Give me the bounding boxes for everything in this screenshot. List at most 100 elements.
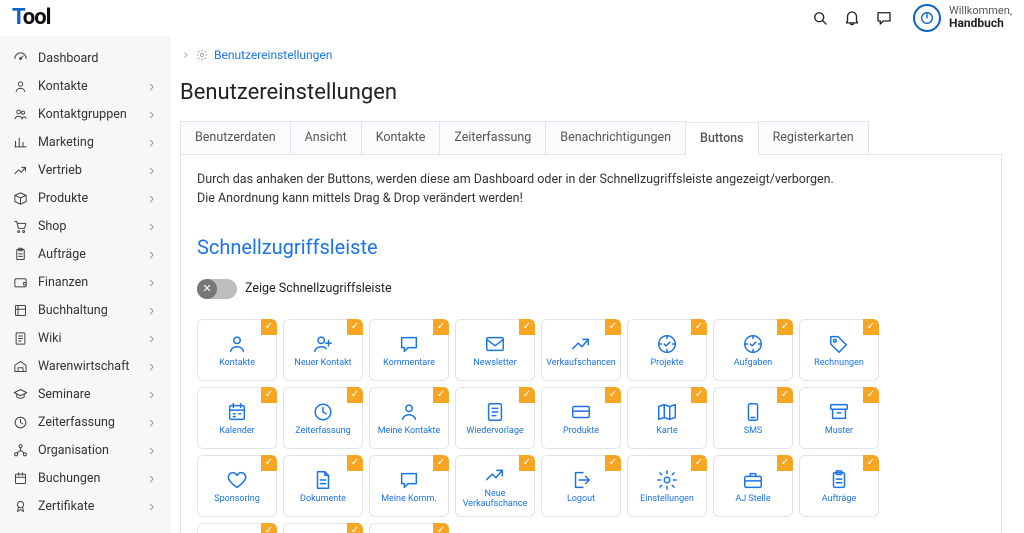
sidebar-item-label: Organisation	[38, 443, 147, 458]
sidebar-item-label: Finanzen	[38, 275, 147, 290]
tile-meine-komm-[interactable]: ✓Meine Komm.	[369, 455, 449, 517]
sidebar-item-label: Kontaktgruppen	[38, 107, 147, 122]
sidebar: DashboardKontakte Kontaktgruppen Marketing…	[0, 36, 170, 533]
welcome-line2: Handbuch	[949, 17, 1012, 30]
card-icon	[568, 399, 594, 425]
tile-label: Rechnungen	[812, 359, 866, 369]
tile-auftr-ge[interactable]: ✓Aufträge	[799, 455, 879, 517]
tile-meine-kontakte[interactable]: ✓Meine Kontakte	[369, 387, 449, 449]
user-menu[interactable]: Willkommen, Handbuch	[913, 4, 1012, 32]
tab-benutzerdaten[interactable]: Benutzerdaten	[180, 121, 291, 154]
sidebar-item-produkte[interactable]: Produkte	[0, 184, 169, 212]
mail-icon	[482, 331, 508, 357]
ledger-icon	[12, 302, 28, 318]
tile-checked-icon: ✓	[605, 319, 621, 335]
note-icon	[12, 330, 28, 346]
toggle-knob-x-icon: ✕	[197, 279, 217, 299]
tile-verkaufschancen[interactable]: ✓ Verkaufschancen	[541, 319, 621, 381]
sidebar-item-zertifikate[interactable]: Zertifikate	[0, 492, 169, 520]
main-content: Benutzereinstellungen Benutzereinstellun…	[170, 36, 1024, 533]
tile-aj-industrie[interactable]: ✓AJ Industrie	[283, 523, 363, 533]
tile-kontakte[interactable]: ✓Kontakte	[197, 319, 277, 381]
sidebar-item-wiki[interactable]: Wiki	[0, 324, 169, 352]
sidebar-item-label: Produkte	[38, 191, 147, 206]
trend-icon	[568, 331, 594, 357]
logo-accent: T	[12, 5, 23, 30]
tile-label: Verkaufschancen	[544, 359, 618, 369]
tile-logout[interactable]: ✓Logout	[541, 455, 621, 517]
breadcrumb-current[interactable]: Benutzereinstellungen	[214, 48, 332, 62]
sidebar-item-vertrieb[interactable]: Vertrieb	[0, 156, 169, 184]
tile-karte[interactable]: ✓Karte	[627, 387, 707, 449]
tile-sponsoring[interactable]: ✓Sponsoring	[197, 455, 277, 517]
show-quickaccess-toggle[interactable]: ✕	[197, 279, 237, 299]
chevron-right-icon	[147, 221, 157, 231]
tab-buttons[interactable]: Buttons	[685, 122, 759, 155]
chat-icon[interactable]	[875, 9, 893, 27]
tile-label: Muster	[823, 427, 855, 437]
sidebar-item-marketing[interactable]: Marketing	[0, 128, 169, 156]
tab-zeiterfassung[interactable]: Zeiterfassung	[439, 121, 546, 154]
power-icon	[913, 4, 941, 32]
sidebar-item-dashboard[interactable]: Dashboard	[0, 44, 169, 72]
tags-icon	[826, 331, 852, 357]
sidebar-item-kontaktgruppen[interactable]: Kontaktgruppen	[0, 100, 169, 128]
tile-checked-icon: ✓	[777, 455, 793, 471]
settings-tabs: BenutzerdatenAnsichtKontakteZeiterfassun…	[180, 121, 1002, 155]
org-icon	[12, 442, 28, 458]
tile-wiedervorlage[interactable]: ✓Wiedervorlage	[455, 387, 535, 449]
sidebar-item-shop[interactable]: Shop	[0, 212, 169, 240]
tile-neue-verkaufschance[interactable]: ✓Neue Verkaufschance	[455, 455, 535, 517]
tile-zeiterfassung[interactable]: ✓Zeiterfassung	[283, 387, 363, 449]
tile-checked-icon: ✓	[433, 387, 449, 403]
tile-aj-stelle[interactable]: ✓AJ Stelle	[713, 455, 793, 517]
gauge-icon	[12, 50, 28, 66]
sidebar-item-seminare[interactable]: Seminare	[0, 380, 169, 408]
stats-icon	[12, 134, 28, 150]
warehouse-icon	[12, 358, 28, 374]
chevron-right-icon	[147, 165, 157, 175]
sidebar-item-zeiterfassung[interactable]: Zeiterfassung	[0, 408, 169, 436]
chevron-right-icon	[147, 501, 157, 511]
sidebar-item-buchhaltung[interactable]: Buchhaltung	[0, 296, 169, 324]
tile-neue-aufgabe[interactable]: ✓Neue Aufgabe	[197, 523, 277, 533]
sidebar-item-buchungen[interactable]: Buchungen	[0, 464, 169, 492]
tile-checked-icon: ✓	[347, 387, 363, 403]
user-plus-icon	[310, 331, 336, 357]
tile-sms[interactable]: ✓SMS	[713, 387, 793, 449]
bell-icon[interactable]	[843, 9, 861, 27]
tile-kalender[interactable]: ✓Kalender	[197, 387, 277, 449]
tile-neuer-kontakt[interactable]: ✓Neuer Kontakt	[283, 319, 363, 381]
tile-support[interactable]: ✓Support	[369, 523, 449, 533]
sidebar-item-label: Warenwirtschaft	[38, 359, 147, 374]
tile-einstellungen[interactable]: ✓Einstellungen	[627, 455, 707, 517]
tile-checked-icon: ✓	[433, 319, 449, 335]
tab-registerkarten[interactable]: Registerkarten	[758, 121, 869, 154]
tile-label: Sponsoring	[212, 495, 262, 505]
sidebar-item-warenwirtschaft[interactable]: Warenwirtschaft	[0, 352, 169, 380]
cart-icon	[12, 218, 28, 234]
tile-muster[interactable]: ✓Muster	[799, 387, 879, 449]
sidebar-item-organisation[interactable]: Organisation	[0, 436, 169, 464]
tile-projekte[interactable]: ✓Projekte	[627, 319, 707, 381]
tab-kontakte[interactable]: Kontakte	[361, 121, 441, 154]
tile-aufgaben[interactable]: ✓Aufgaben	[713, 319, 793, 381]
tile-checked-icon: ✓	[605, 455, 621, 471]
tab-ansicht[interactable]: Ansicht	[290, 121, 362, 154]
tile-checked-icon: ✓	[347, 523, 363, 533]
sidebar-item-kontakte[interactable]: Kontakte	[0, 72, 169, 100]
tile-dokumente[interactable]: ✓Dokumente	[283, 455, 363, 517]
tab-benachrichtigungen[interactable]: Benachrichtigungen	[545, 121, 686, 154]
doc-icon	[310, 467, 336, 493]
tile-rechnungen[interactable]: ✓ Rechnungen	[799, 319, 879, 381]
tile-produkte[interactable]: ✓Produkte	[541, 387, 621, 449]
sidebar-item-auftr-ge[interactable]: Aufträge	[0, 240, 169, 268]
search-icon[interactable]	[811, 9, 829, 27]
tile-newsletter[interactable]: ✓Newsletter	[455, 319, 535, 381]
tile-kommentare[interactable]: ✓Kommentare	[369, 319, 449, 381]
user-icon	[224, 331, 250, 357]
tile-checked-icon: ✓	[863, 319, 879, 335]
gear-icon	[654, 467, 680, 493]
sidebar-item-finanzen[interactable]: Finanzen	[0, 268, 169, 296]
chevron-right-icon	[147, 109, 157, 119]
